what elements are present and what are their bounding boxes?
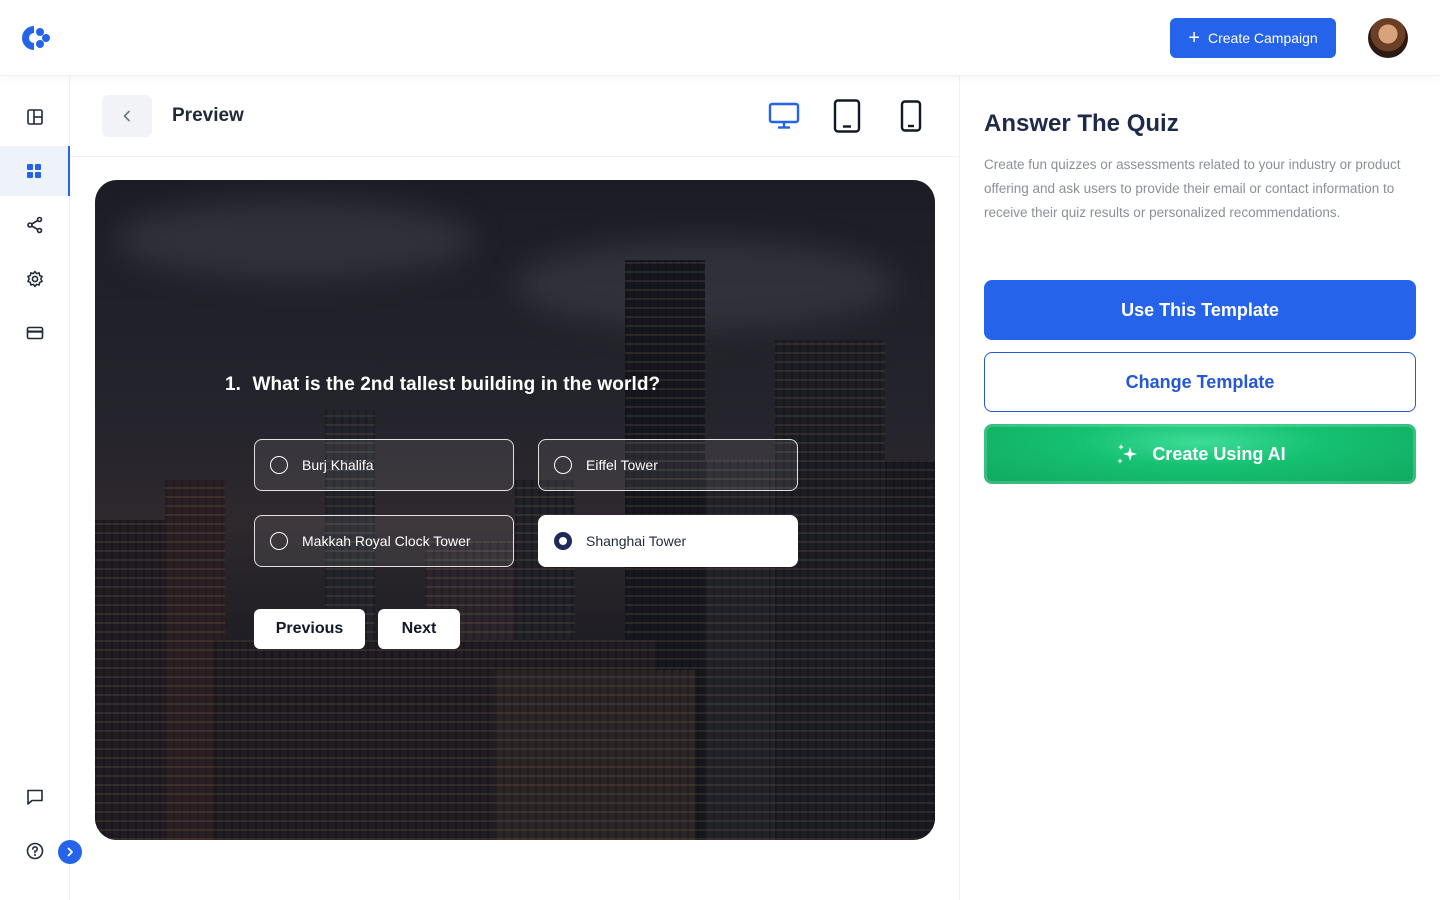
sidebar-item-settings[interactable] bbox=[0, 254, 70, 304]
gear-icon bbox=[27, 270, 43, 288]
previous-button[interactable]: Previous bbox=[254, 609, 365, 649]
sidebar-item-layout[interactable] bbox=[0, 92, 70, 142]
top-bar: + Create Campaign bbox=[0, 0, 1440, 76]
desktop-icon bbox=[768, 102, 800, 129]
create-using-ai-label: Create Using AI bbox=[1152, 443, 1286, 464]
quiz-option[interactable]: Burj Khalifa bbox=[254, 439, 514, 491]
share-icon bbox=[27, 216, 43, 234]
sidebar bbox=[0, 76, 82, 900]
sparkles-icon bbox=[1117, 444, 1138, 464]
sidebar-item-billing[interactable] bbox=[0, 308, 70, 358]
next-button[interactable]: Next bbox=[378, 609, 460, 649]
quiz-option[interactable]: Makkah Royal Clock Tower bbox=[254, 515, 514, 567]
device-tablet-button[interactable] bbox=[830, 98, 864, 134]
change-template-button[interactable]: Change Template bbox=[984, 352, 1416, 412]
question-number: 1. bbox=[225, 374, 242, 395]
grid-icon bbox=[27, 164, 41, 178]
radio-icon bbox=[270, 456, 288, 474]
create-campaign-label: Create Campaign bbox=[1207, 30, 1318, 46]
question-text: What is the 2nd tallest building in the … bbox=[252, 374, 661, 395]
canvas-overlay bbox=[95, 180, 935, 840]
sidebar-item-chat[interactable] bbox=[0, 772, 70, 822]
help-icon bbox=[26, 842, 44, 860]
sidebar-item-templates[interactable] bbox=[0, 146, 70, 196]
quiz-option-selected[interactable]: Shanghai Tower bbox=[538, 515, 798, 567]
sidebar-expand-button[interactable] bbox=[58, 840, 82, 864]
tablet-icon bbox=[833, 99, 861, 133]
quiz-question: 1. What is the 2nd tallest building in t… bbox=[225, 374, 660, 396]
option-label: Eiffel Tower bbox=[586, 457, 658, 473]
quiz-preview-canvas: 1. What is the 2nd tallest building in t… bbox=[95, 180, 935, 840]
use-template-button[interactable]: Use This Template bbox=[984, 280, 1416, 340]
panel-title: Answer The Quiz bbox=[984, 110, 1179, 137]
chat-icon bbox=[27, 789, 43, 805]
panel-description: Create fun quizzes or assessments relate… bbox=[984, 157, 1401, 220]
option-label: Makkah Royal Clock Tower bbox=[302, 533, 471, 549]
sidebar-item-share[interactable] bbox=[0, 200, 70, 250]
option-label: Burj Khalifa bbox=[302, 457, 374, 473]
radio-icon bbox=[554, 456, 572, 474]
create-using-ai-button[interactable]: Create Using AI bbox=[984, 424, 1416, 484]
mobile-icon bbox=[900, 100, 922, 132]
preview-header: Preview bbox=[70, 76, 959, 157]
back-button[interactable] bbox=[102, 95, 152, 137]
device-mobile-button[interactable] bbox=[896, 98, 926, 134]
device-desktop-button[interactable] bbox=[766, 98, 802, 134]
page-title: Preview bbox=[172, 105, 244, 126]
layout-icon bbox=[27, 109, 43, 125]
panel-divider bbox=[959, 76, 960, 900]
radio-icon bbox=[270, 532, 288, 550]
plus-icon: + bbox=[1188, 27, 1200, 49]
chevron-left-icon bbox=[123, 110, 130, 122]
brand-logo-icon[interactable] bbox=[18, 22, 52, 54]
credit-card-icon bbox=[26, 326, 44, 340]
create-campaign-button[interactable]: + Create Campaign bbox=[1170, 18, 1336, 58]
quiz-option[interactable]: Eiffel Tower bbox=[538, 439, 798, 491]
chevron-right-icon bbox=[67, 847, 73, 857]
avatar[interactable] bbox=[1368, 18, 1408, 58]
option-label: Shanghai Tower bbox=[586, 533, 687, 549]
radio-selected-icon bbox=[554, 532, 572, 550]
